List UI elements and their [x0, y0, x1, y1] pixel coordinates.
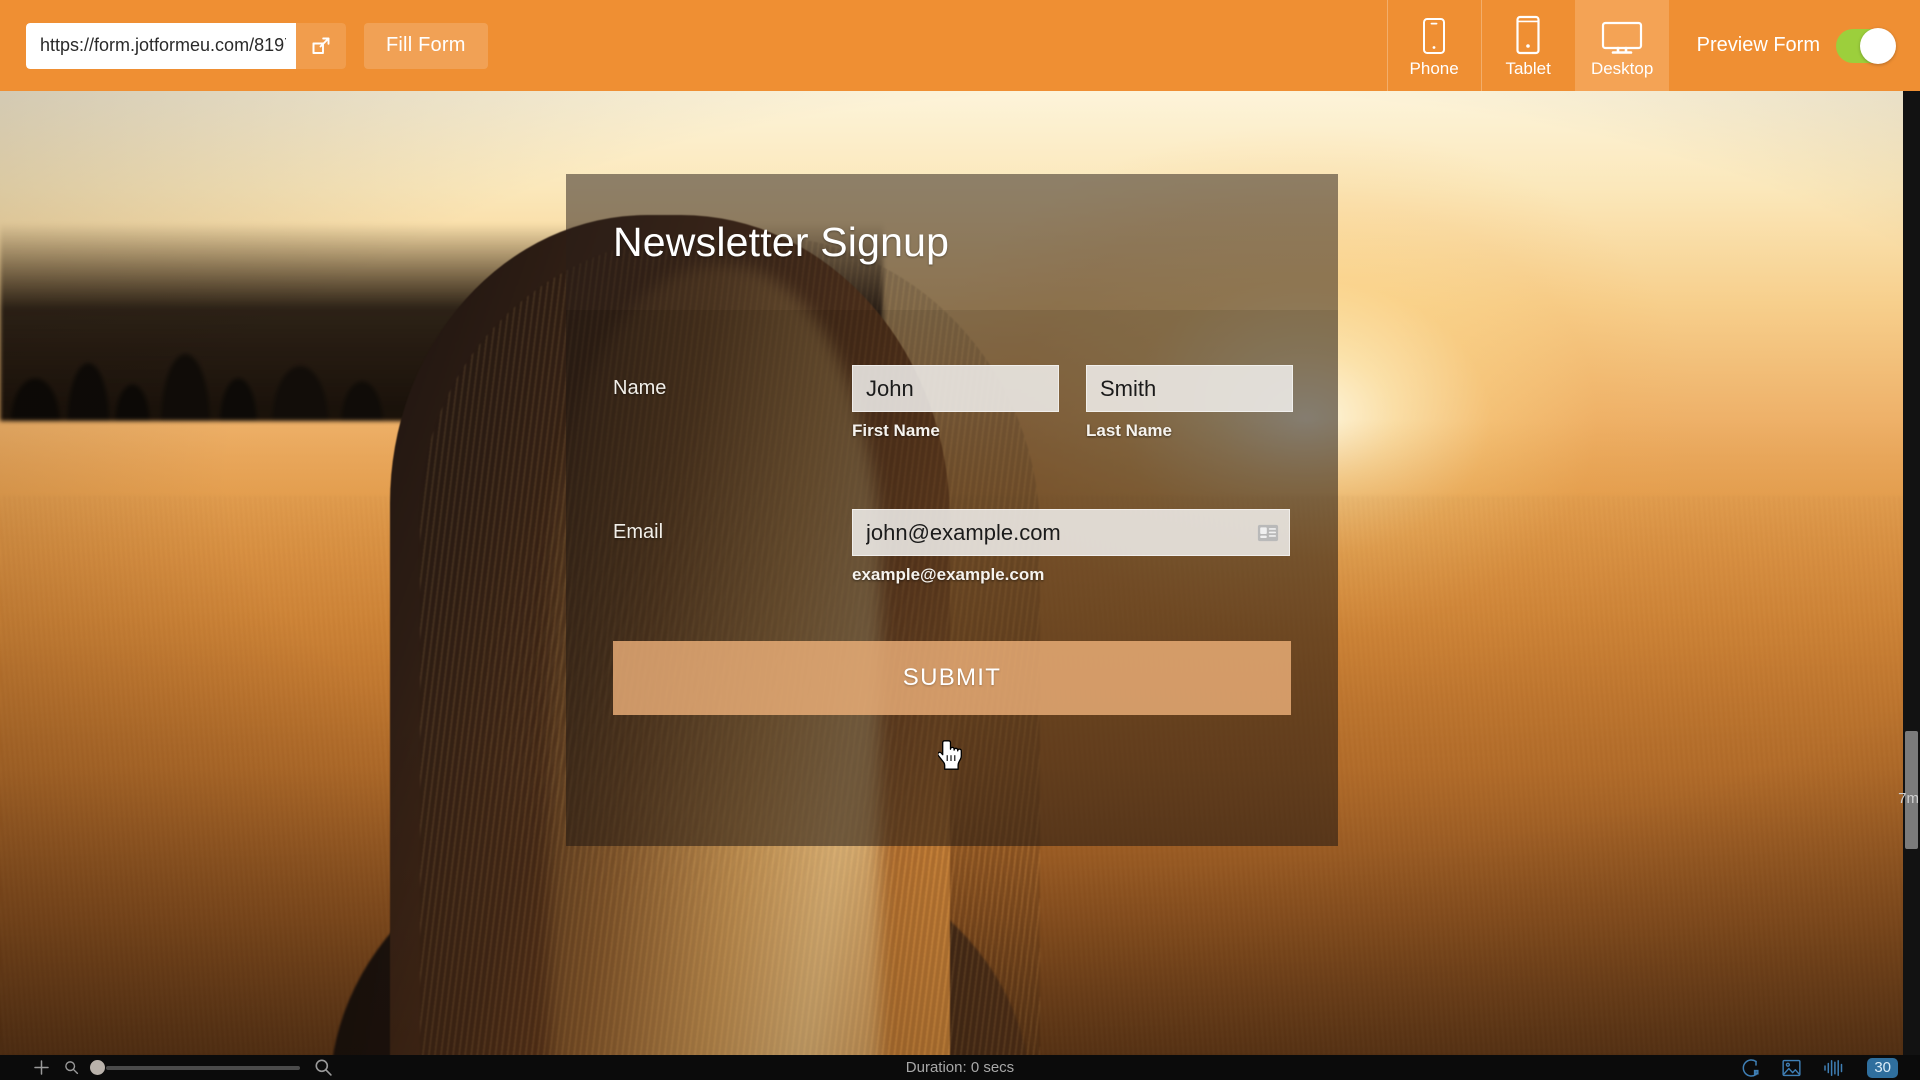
magnet-icon[interactable]: [1740, 1058, 1760, 1077]
form-url-input[interactable]: [26, 22, 296, 69]
preview-form-label: Preview Form: [1696, 34, 1820, 56]
email-input[interactable]: [852, 509, 1290, 556]
zoom-in-icon[interactable]: [308, 1058, 338, 1077]
field-controls-name: First Name Last Name: [852, 365, 1293, 441]
field-label-name: Name: [613, 377, 667, 399]
device-tab-phone[interactable]: Phone: [1386, 0, 1481, 91]
edge-partial-label: 7m: [1898, 790, 1919, 807]
form-header: Newsletter Signup: [566, 174, 1338, 310]
plus-icon[interactable]: [26, 1059, 56, 1076]
submit-button[interactable]: SUBMIT: [613, 641, 1291, 715]
fill-form-button[interactable]: Fill Form: [364, 22, 488, 69]
phone-icon: [1422, 15, 1446, 55]
zoom-slider[interactable]: [90, 1060, 300, 1075]
device-tab-tablet-label: Tablet: [1505, 58, 1551, 78]
tablet-icon: [1515, 15, 1541, 55]
field-controls-email: example@example.com: [852, 509, 1291, 585]
last-name-input[interactable]: [1086, 365, 1293, 412]
field-label-email: Email: [613, 521, 664, 543]
fps-badge[interactable]: 30: [1867, 1057, 1898, 1078]
device-tab-tablet[interactable]: Tablet: [1480, 0, 1575, 91]
submit-row: SUBMIT: [613, 641, 1291, 715]
email-sublabel: example@example.com: [852, 565, 1045, 584]
field-row-email: Email john@example.com example@example.c…: [613, 509, 1291, 585]
field-row-name: Name First Name Last Name: [613, 365, 1293, 441]
toggle-knob: [1860, 27, 1896, 64]
audio-waveform-icon[interactable]: [1823, 1059, 1845, 1077]
email-input-wrap: [852, 509, 1290, 556]
preview-form-control: Preview Form: [1669, 0, 1920, 91]
form-title: Newsletter Signup: [613, 218, 950, 265]
toolbar-left-group: Fill Form: [0, 0, 488, 91]
image-icon[interactable]: [1782, 1059, 1801, 1077]
device-tab-phone-label: Phone: [1409, 58, 1459, 78]
first-name-sublabel: First Name: [852, 421, 940, 440]
form-preview-page: Newsletter Signup Name First Name Last N…: [0, 91, 1920, 1055]
last-name-sublabel: Last Name: [1086, 421, 1172, 440]
form-body: Name First Name Last Name Emai: [566, 310, 1338, 846]
statusbar-left-group: [0, 1058, 338, 1077]
url-bar: [26, 22, 346, 69]
device-tab-desktop-label: Desktop: [1590, 58, 1654, 78]
field-group-first-name: First Name: [852, 365, 1059, 441]
top-toolbar: Fill Form Phone: [0, 0, 1920, 91]
statusbar-right-group: 30: [1740, 1057, 1920, 1078]
field-group-email: example@example.com: [852, 509, 1290, 585]
device-preview-tabs: Phone Tablet Desktop: [1386, 0, 1669, 91]
zoom-slider-handle[interactable]: [90, 1060, 105, 1075]
vertical-scrollbar[interactable]: [1903, 91, 1920, 1055]
device-tab-desktop[interactable]: Desktop: [1574, 0, 1669, 91]
first-name-input[interactable]: [852, 365, 1059, 412]
zoom-out-icon[interactable]: [56, 1060, 86, 1075]
preview-form-toggle[interactable]: [1836, 27, 1896, 64]
field-group-last-name: Last Name: [1086, 365, 1293, 441]
app-root: Fill Form Phone: [0, 0, 1920, 1080]
desktop-icon: [1601, 15, 1643, 55]
external-link-icon: [309, 34, 333, 58]
newsletter-form-card: Newsletter Signup Name First Name Last N…: [566, 174, 1338, 846]
external-link-button[interactable]: [296, 22, 346, 69]
zoom-slider-track: [106, 1065, 300, 1070]
status-bar: Duration: 0 secs 30: [0, 1055, 1920, 1080]
